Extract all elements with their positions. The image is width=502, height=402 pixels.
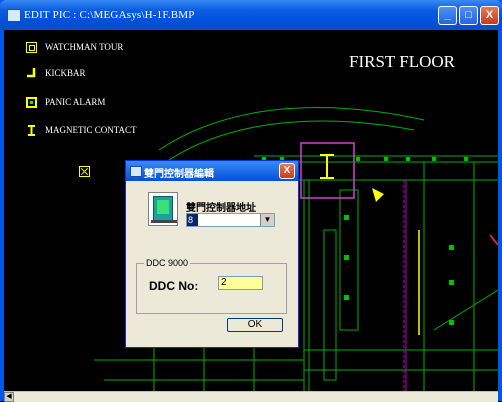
group-label: DDC 9000 bbox=[144, 258, 191, 268]
legend-label: WATCHMAN TOUR bbox=[45, 42, 124, 52]
dialog-title-bar[interactable]: 雙門控制器編輯 X bbox=[126, 161, 298, 181]
horizontal-scrollbar[interactable]: ◀ bbox=[4, 391, 498, 402]
ddc-no-label: DDC No: bbox=[149, 279, 199, 293]
magnetic-contact-icon bbox=[26, 124, 37, 136]
edit-pic-window: EDIT PIC : C:\MEGAsys\H-1F.BMP _ □ X WAT… bbox=[0, 0, 502, 402]
floor-title: FIRST FLOOR bbox=[349, 52, 455, 71]
close-button[interactable]: X bbox=[480, 6, 499, 25]
window-title: EDIT PIC : C:\MEGAsys\H-1F.BMP bbox=[24, 9, 195, 21]
kickbar-icon bbox=[26, 67, 37, 79]
dialog-title: 雙門控制器編輯 bbox=[144, 169, 214, 180]
legend-magnetic-contact: MAGNETIC CONTACT bbox=[26, 123, 137, 137]
dialog-app-icon bbox=[130, 166, 142, 177]
address-select[interactable]: 8 ▼ bbox=[186, 213, 275, 227]
legend-panic-alarm: PANIC ALARM bbox=[26, 95, 105, 109]
panic-alarm-icon bbox=[26, 96, 37, 108]
legend-label: PANIC ALARM bbox=[45, 97, 106, 107]
address-label: 雙門控制器地址 bbox=[186, 203, 256, 214]
maximize-button[interactable]: □ bbox=[459, 6, 478, 25]
watchman-tour-icon bbox=[26, 41, 37, 53]
legend-kickbar: KICKBAR bbox=[26, 66, 86, 80]
app-icon bbox=[7, 9, 21, 22]
legend-label: MAGNETIC CONTACT bbox=[45, 125, 137, 135]
legend-label: KICKBAR bbox=[45, 68, 86, 78]
ok-button[interactable]: OK bbox=[227, 318, 283, 332]
door-controller-dialog: 雙門控制器編輯 X 雙門控制器地址 8 ▼ DDC 9000 DDC No: 2… bbox=[125, 160, 299, 348]
minimize-button[interactable]: _ bbox=[438, 6, 457, 25]
ddc-no-input[interactable]: 2 bbox=[218, 276, 263, 290]
dialog-close-button[interactable]: X bbox=[279, 163, 295, 179]
title-bar[interactable]: EDIT PIC : C:\MEGAsys\H-1F.BMP _ □ X bbox=[0, 0, 502, 30]
legend-watchman-tour: WATCHMAN TOUR bbox=[26, 40, 123, 54]
chevron-down-icon[interactable]: ▼ bbox=[260, 214, 274, 226]
device-marker-icon[interactable] bbox=[79, 166, 90, 177]
address-value: 8 bbox=[187, 214, 198, 226]
door-icon bbox=[148, 192, 178, 226]
